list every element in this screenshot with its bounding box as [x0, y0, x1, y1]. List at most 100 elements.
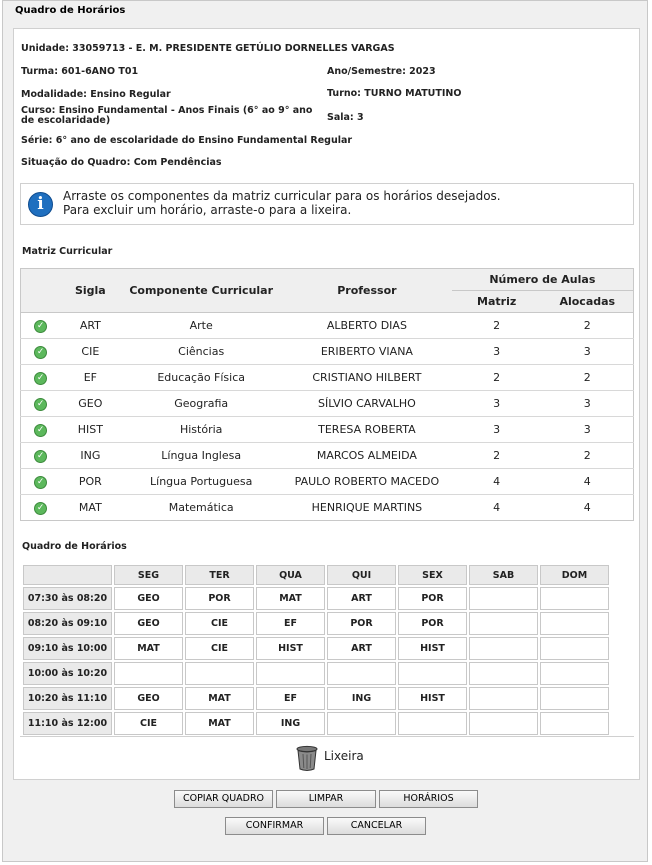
schedule-slot[interactable] — [469, 587, 538, 610]
sigla-cell: GEO — [60, 390, 121, 417]
schedule-slot[interactable]: HIST — [398, 637, 467, 660]
matriz-row[interactable]: ✓ MAT Matemática HENRIQUE MARTINS 4 4 — [20, 494, 634, 521]
copy-schedule-button[interactable]: COPIAR QUADRO — [174, 790, 273, 808]
matriz-table: Sigla Componente Curricular Professor Nú… — [20, 268, 634, 521]
horarios-section-title: Quadro de Horários — [22, 541, 127, 552]
schedule-slot[interactable]: GEO — [114, 612, 183, 635]
day-header: SEG — [114, 565, 183, 585]
componente-cell: Educação Física — [120, 364, 283, 391]
status-cell: ✓ — [20, 364, 61, 391]
schedule-slot[interactable]: MAT — [185, 712, 254, 735]
schedule-slot[interactable] — [469, 612, 538, 635]
schedule-slot[interactable] — [540, 587, 609, 610]
day-header: DOM — [540, 565, 609, 585]
schedule-slot[interactable] — [398, 662, 467, 685]
professor-cell: MARCOS ALMEIDA — [282, 442, 452, 469]
turma-info: Turma: 601-6ANO T01 — [21, 66, 139, 77]
check-icon: ✓ — [34, 346, 48, 359]
matriz-row[interactable]: ✓ ART Arte ALBERTO DIAS 2 2 — [20, 312, 634, 339]
schedule-slot[interactable] — [469, 662, 538, 685]
schedule-slot[interactable] — [327, 712, 396, 735]
situacao-info: Situação do Quadro: Com Pendências — [21, 157, 222, 168]
status-column-header — [20, 268, 61, 313]
schedule-slot[interactable]: GEO — [114, 687, 183, 710]
instructions-line-2: Para excluir um horário, arraste-o para … — [63, 203, 352, 217]
componente-cell: Matemática — [120, 494, 283, 521]
time-slot-label: 11:10 às 12:00 — [23, 712, 112, 735]
schedule-slot[interactable] — [540, 662, 609, 685]
schedule-slot[interactable]: MAT — [114, 637, 183, 660]
schedule-slot[interactable]: ART — [327, 637, 396, 660]
schedule-slot[interactable]: CIE — [185, 612, 254, 635]
alocadas-count-cell: 3 — [541, 390, 634, 417]
matriz-row[interactable]: ✓ ING Língua Inglesa MARCOS ALMEIDA 2 2 — [20, 442, 634, 469]
status-cell: ✓ — [20, 442, 61, 469]
schedule-slot[interactable]: CIE — [114, 712, 183, 735]
schedule-slot[interactable]: GEO — [114, 587, 183, 610]
schedule-slot[interactable]: HIST — [398, 687, 467, 710]
matriz-count-cell: 2 — [451, 312, 542, 339]
schedule-slot[interactable] — [114, 662, 183, 685]
horarios-button[interactable]: HORÁRIOS — [379, 790, 478, 808]
schedule-slot[interactable] — [540, 712, 609, 735]
schedule-slot[interactable] — [256, 662, 325, 685]
matriz-row[interactable]: ✓ EF Educação Física CRISTIANO HILBERT 2 2 — [20, 364, 634, 391]
instructions-text: Arraste os componentes da matriz curricu… — [63, 189, 501, 217]
schedule-slot[interactable]: MAT — [185, 687, 254, 710]
schedule-slot[interactable] — [185, 662, 254, 685]
matriz-count-cell: 3 — [451, 416, 542, 443]
componente-cell: Ciências — [120, 338, 283, 365]
schedule-slot[interactable]: POR — [185, 587, 254, 610]
componente-cell: Língua Inglesa — [120, 442, 283, 469]
curso-info: Curso: Ensino Fundamental - Anos Finais … — [21, 105, 313, 126]
schedule-slot[interactable]: POR — [398, 612, 467, 635]
clear-button[interactable]: LIMPAR — [276, 790, 376, 808]
professor-cell: SÍLVIO CARVALHO — [282, 390, 452, 417]
schedule-slot[interactable] — [540, 612, 609, 635]
schedule-slot[interactable]: MAT — [256, 587, 325, 610]
alocadas-count-cell: 4 — [541, 494, 634, 521]
matriz-count-cell: 2 — [451, 442, 542, 469]
alocadas-count-cell: 3 — [541, 338, 634, 365]
matriz-row[interactable]: ✓ CIE Ciências ERIBERTO VIANA 3 3 — [20, 338, 634, 365]
schedule-slot[interactable] — [540, 637, 609, 660]
cancel-button[interactable]: CANCELAR — [327, 817, 426, 835]
status-cell: ✓ — [20, 494, 61, 521]
schedule-slot[interactable]: POR — [327, 612, 396, 635]
alocadas-count-cell: 2 — [541, 442, 634, 469]
matriz-row[interactable]: ✓ GEO Geografia SÍLVIO CARVALHO 3 3 — [20, 390, 634, 417]
window-title: Quadro de Horários — [15, 5, 126, 16]
unidade-info: Unidade: 33059713 - E. M. PRESIDENTE GET… — [21, 43, 395, 54]
schedule-row: 09:10 às 10:00 MAT CIE HIST ART HIST — [23, 637, 609, 660]
matriz-row[interactable]: ✓ HIST História TERESA ROBERTA 3 3 — [20, 416, 634, 443]
day-header: SEX — [398, 565, 467, 585]
schedule-slot[interactable] — [398, 712, 467, 735]
status-cell: ✓ — [20, 338, 61, 365]
schedule-slot[interactable]: ART — [327, 587, 396, 610]
matriz-row[interactable]: ✓ POR Língua Portuguesa PAULO ROBERTO MACED… — [20, 468, 634, 495]
schedule-slot[interactable] — [540, 687, 609, 710]
schedule-slot[interactable]: EF — [256, 612, 325, 635]
schedule-slot[interactable]: ING — [327, 687, 396, 710]
check-icon: ✓ — [34, 424, 48, 437]
schedule-slot[interactable] — [327, 662, 396, 685]
schedule-slot[interactable]: EF — [256, 687, 325, 710]
sigla-cell: CIE — [60, 338, 121, 365]
check-icon: ✓ — [34, 450, 48, 463]
schedule-slot[interactable] — [469, 637, 538, 660]
schedule-slot[interactable]: HIST — [256, 637, 325, 660]
schedule-slot[interactable] — [469, 712, 538, 735]
schedule-slot[interactable]: ING — [256, 712, 325, 735]
professor-cell: PAULO ROBERTO MACEDO — [282, 468, 452, 495]
alocadas-count-cell: 2 — [541, 364, 634, 391]
trash-icon[interactable] — [295, 745, 319, 772]
schedule-slot[interactable]: POR — [398, 587, 467, 610]
sigla-cell: EF — [60, 364, 121, 391]
schedule-slot[interactable]: CIE — [185, 637, 254, 660]
alocadas-count-cell: 3 — [541, 416, 634, 443]
matriz-section-title: Matriz Curricular — [22, 246, 113, 257]
confirm-button[interactable]: CONFIRMAR — [225, 817, 324, 835]
componente-column-header: Componente Curricular — [120, 268, 283, 313]
schedule-slot[interactable] — [469, 687, 538, 710]
day-header: SAB — [469, 565, 538, 585]
